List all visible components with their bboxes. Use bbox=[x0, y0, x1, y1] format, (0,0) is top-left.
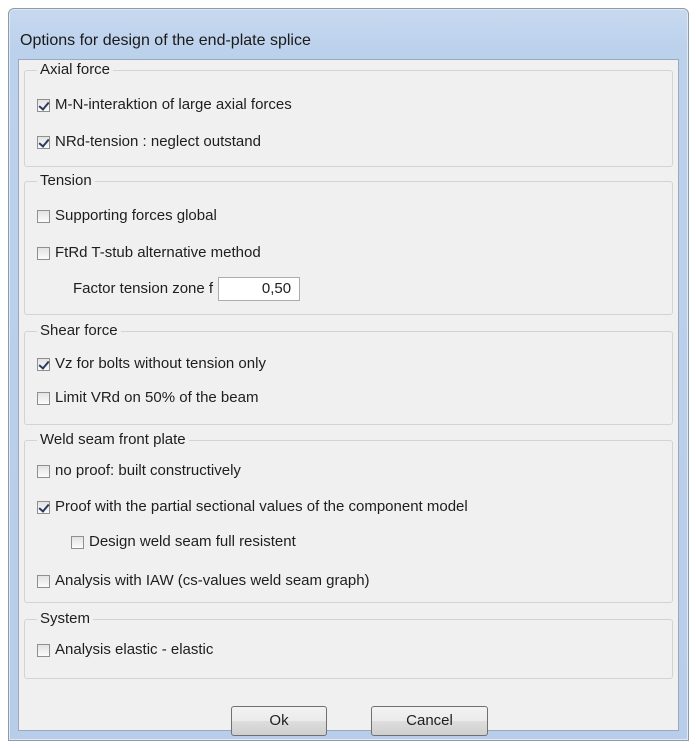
checkbox-label: no proof: built constructively bbox=[55, 462, 241, 479]
checkbox-partial-sectional[interactable] bbox=[37, 500, 50, 514]
checkbox-row-ftrd-tstub[interactable]: FtRd T-stub alternative method bbox=[37, 243, 261, 263]
checkbox-row-supporting-forces[interactable]: Supporting forces global bbox=[37, 206, 217, 226]
checkbox-label: Supporting forces global bbox=[55, 207, 217, 224]
checkbox-label: M-N-interaktion of large axial forces bbox=[55, 96, 292, 113]
checkbox-elastic[interactable] bbox=[37, 643, 50, 657]
group-tension: Tension Supporting forces global FtRd T-… bbox=[24, 172, 673, 315]
checkbox-row-vz-bolts[interactable]: Vz for bolts without tension only bbox=[37, 354, 266, 374]
checkbox-row-full-resistent[interactable]: Design weld seam full resistent bbox=[71, 532, 296, 552]
group-axial-force: Axial force M-N-interaktion of large axi… bbox=[24, 61, 673, 167]
checkbox-row-limit-vrd[interactable]: Limit VRd on 50% of the beam bbox=[37, 388, 258, 408]
dialog-window: Options for design of the end-plate spli… bbox=[8, 8, 689, 741]
group-title-tension: Tension bbox=[37, 172, 95, 190]
checkbox-label: Analysis elastic - elastic bbox=[55, 641, 214, 658]
dialog-title: Options for design of the end-plate spli… bbox=[20, 32, 311, 49]
checkbox-vz-bolts[interactable] bbox=[37, 357, 50, 371]
group-title-axial-force: Axial force bbox=[37, 61, 114, 79]
checkbox-label: Design weld seam full resistent bbox=[89, 533, 296, 550]
checkbox-row-elastic[interactable]: Analysis elastic - elastic bbox=[37, 640, 213, 660]
cancel-button[interactable]: Cancel bbox=[371, 706, 488, 736]
checkbox-row-iaw-analysis[interactable]: Analysis with IAW (cs-values weld seam g… bbox=[37, 571, 370, 591]
checkbox-row-partial-sectional[interactable]: Proof with the partial sectional values … bbox=[37, 497, 468, 517]
checkbox-no-proof[interactable] bbox=[37, 464, 50, 478]
factor-tension-label: Factor tension zone f bbox=[73, 280, 214, 297]
checkbox-mn-interaktion[interactable] bbox=[37, 98, 50, 112]
checkbox-row-no-proof[interactable]: no proof: built constructively bbox=[37, 461, 241, 481]
dialog-body: Axial force M-N-interaktion of large axi… bbox=[18, 59, 679, 736]
checkbox-limit-vrd[interactable] bbox=[37, 391, 50, 405]
factor-tension-input[interactable]: 0,50 bbox=[218, 277, 301, 301]
group-system: System Analysis elastic - elastic bbox=[24, 610, 673, 679]
checkbox-row-mn-interaktion[interactable]: M-N-interaktion of large axial forces bbox=[37, 95, 292, 115]
checkbox-label: Analysis with IAW (cs-values weld seam g… bbox=[55, 572, 370, 589]
checkbox-label: Proof with the partial sectional values … bbox=[55, 498, 468, 515]
checkbox-label: Vz for bolts without tension only bbox=[55, 355, 266, 372]
group-shear-force: Shear force Vz for bolts without tension… bbox=[24, 322, 673, 425]
checkbox-row-nrd-tension[interactable]: NRd-tension : neglect outstand bbox=[37, 132, 261, 152]
factor-tension-row: Factor tension zone f 0,50 bbox=[73, 277, 301, 301]
checkbox-label: FtRd T-stub alternative method bbox=[55, 244, 261, 261]
ok-button[interactable]: Ok bbox=[231, 706, 327, 736]
checkbox-ftrd-tstub[interactable] bbox=[37, 246, 50, 260]
checkbox-supporting-forces[interactable] bbox=[37, 209, 50, 223]
group-title-shear-force: Shear force bbox=[37, 322, 121, 340]
checkbox-label: NRd-tension : neglect outstand bbox=[55, 133, 261, 150]
checkbox-iaw-analysis[interactable] bbox=[37, 574, 50, 588]
group-title-weld-seam: Weld seam front plate bbox=[37, 431, 189, 449]
group-title-system: System bbox=[37, 610, 94, 628]
checkbox-full-resistent[interactable] bbox=[71, 535, 84, 549]
group-weld-seam: Weld seam front plate no proof: built co… bbox=[24, 431, 673, 603]
title-bar[interactable]: Options for design of the end-plate spli… bbox=[9, 9, 688, 57]
checkbox-label: Limit VRd on 50% of the beam bbox=[55, 389, 259, 406]
checkbox-nrd-tension[interactable] bbox=[37, 135, 50, 149]
